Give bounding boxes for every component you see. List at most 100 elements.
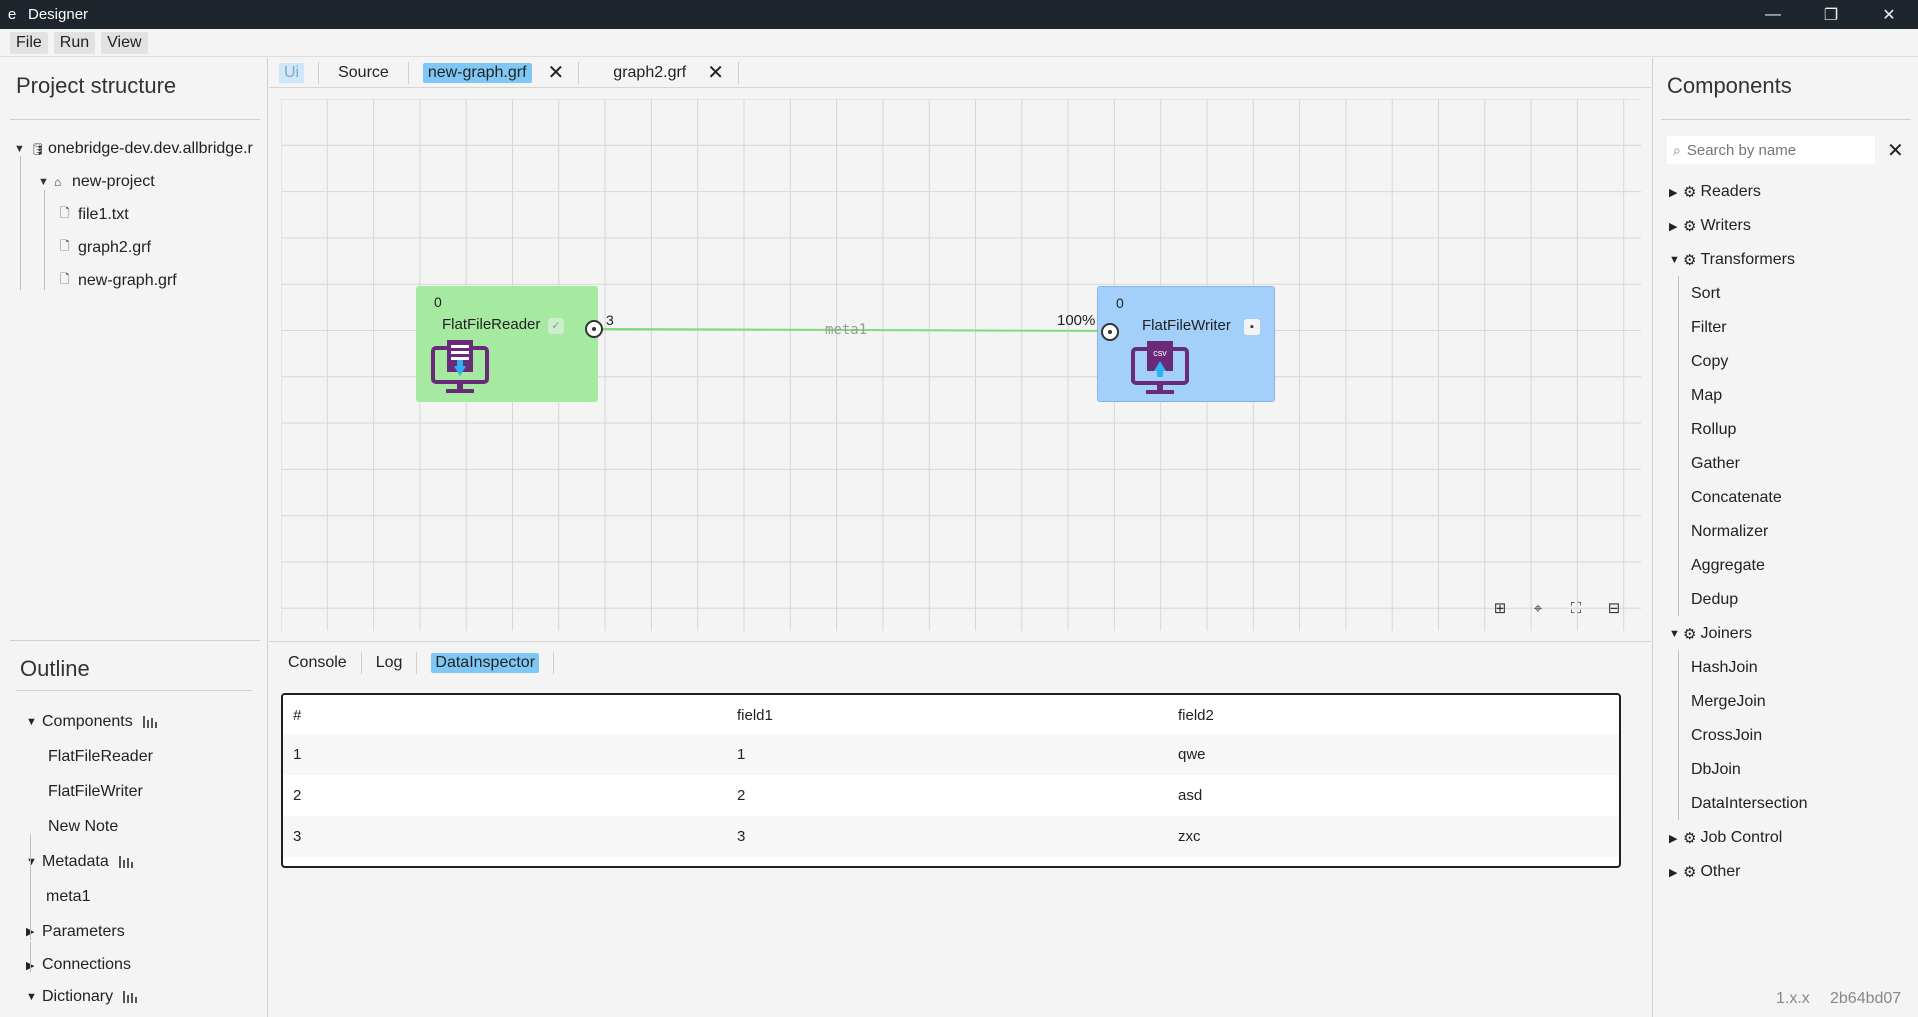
close-window-button[interactable]: ✕ xyxy=(1860,0,1918,29)
chevron-down-icon[interactable]: ▼ xyxy=(14,143,26,155)
tab-new-graph[interactable]: new-graph.grf ✕ xyxy=(409,60,580,85)
chevron-right-icon[interactable]: ▶ xyxy=(1669,186,1681,199)
chart-icon[interactable] xyxy=(123,991,138,1003)
tab-source[interactable]: Source xyxy=(319,61,409,84)
outline-components-label: Components xyxy=(42,712,133,730)
component-hashjoin[interactable]: HashJoin xyxy=(1669,651,1808,685)
chevron-right-icon[interactable]: ▶ xyxy=(26,959,42,972)
category-transformers[interactable]: ▼ ⚙ Transformers xyxy=(1669,243,1808,277)
output-port[interactable] xyxy=(585,320,603,338)
outline-metadata[interactable]: ▼ Metadata xyxy=(26,844,157,879)
category-readers[interactable]: ▶ ⚙ Readers xyxy=(1669,175,1808,209)
component-dedup[interactable]: Dedup xyxy=(1669,583,1808,617)
outline-components[interactable]: ▼ Components xyxy=(26,704,157,739)
tree-guide-line xyxy=(20,156,21,290)
component-map[interactable]: Map xyxy=(1669,379,1808,413)
category-job-control[interactable]: ▶ ⚙ Job Control xyxy=(1669,821,1808,855)
outline-item[interactable]: FlatFileWriter xyxy=(26,774,157,809)
flatfilewriter-node[interactable]: 0 FlatFileWriter ▪ csv xyxy=(1097,286,1275,402)
menu-view[interactable]: View xyxy=(101,31,148,54)
component-rollup[interactable]: Rollup xyxy=(1669,413,1808,447)
gear-icon: ⚙ xyxy=(1683,218,1697,235)
component-crossjoin[interactable]: CrossJoin xyxy=(1669,719,1808,753)
search-input[interactable] xyxy=(1686,141,1857,159)
graph-canvas[interactable]: meta1 0 FlatFileReader ✓ 3 0 FlatFileWri… xyxy=(281,99,1641,631)
table-row[interactable]: 1 1 qwe xyxy=(283,734,1619,775)
tree-project-label: new-project xyxy=(72,172,155,190)
component-copy[interactable]: Copy xyxy=(1669,345,1808,379)
tree-root[interactable]: ▼ 🛢 onebridge-dev.dev.allbridge.r xyxy=(14,132,253,165)
tab-datainspector[interactable]: DataInspector xyxy=(417,652,555,674)
column-header[interactable]: field2 xyxy=(1178,707,1214,724)
chevron-right-icon[interactable]: ▶ xyxy=(26,925,42,938)
flatfilereader-node[interactable]: 0 FlatFileReader ✓ xyxy=(416,286,598,402)
tree-file[interactable]: 🗋 new-graph.grf xyxy=(14,264,253,297)
tag-icon: ⌂ xyxy=(54,174,62,189)
tree-file-label: file1.txt xyxy=(78,205,129,223)
tree-project[interactable]: ▼ ⌂ new-project xyxy=(14,165,253,198)
tree-file[interactable]: 🗋 file1.txt xyxy=(14,198,253,231)
outline-parameters[interactable]: ▶ Parameters xyxy=(26,914,157,949)
chevron-down-icon[interactable]: ▼ xyxy=(1669,628,1681,640)
menu-file[interactable]: File xyxy=(10,31,48,54)
category-joiners[interactable]: ▼ ⚙ Joiners xyxy=(1669,617,1808,651)
tab-console[interactable]: Console xyxy=(269,652,362,674)
chevron-right-icon[interactable]: ▶ xyxy=(1669,220,1681,233)
check-icon: ✓ xyxy=(548,318,564,334)
outline-item[interactable]: meta1 xyxy=(26,879,157,914)
minimize-button[interactable]: — xyxy=(1744,0,1802,29)
outline-dictionary[interactable]: ▼ Dictionary xyxy=(26,981,157,1013)
component-filter[interactable]: Filter xyxy=(1669,311,1808,345)
console-tabs: Console Log DataInspector xyxy=(269,651,555,675)
component-sort[interactable]: Sort xyxy=(1669,277,1808,311)
search-icon: ⌕ xyxy=(1673,141,1681,158)
data-inspector-table: # field1 field2 1 1 qwe 2 2 asd 3 3 zxc xyxy=(281,693,1621,868)
center-icon[interactable]: ⌖ xyxy=(1529,599,1547,617)
category-writers[interactable]: ▶ ⚙ Writers xyxy=(1669,209,1808,243)
outline-connections[interactable]: ▶ Connections xyxy=(26,949,157,981)
chevron-down-icon[interactable]: ▼ xyxy=(1669,254,1681,266)
tab-ui[interactable]: Ui xyxy=(269,61,320,84)
restore-button[interactable]: ❐ xyxy=(1802,0,1860,29)
outline-item[interactable]: New Note xyxy=(26,809,157,844)
table-cell: qwe xyxy=(1178,746,1206,763)
zoom-out-icon[interactable]: ⊟ xyxy=(1605,599,1623,617)
chevron-down-icon[interactable]: ▼ xyxy=(26,856,42,868)
clear-search-icon[interactable]: ✕ xyxy=(1887,138,1904,163)
tree-file[interactable]: 🗋 graph2.grf xyxy=(14,231,253,264)
chevron-down-icon[interactable]: ▼ xyxy=(38,176,50,188)
component-tree: ▶ ⚙ Readers ▶ ⚙ Writers ▼ ⚙ Transformers… xyxy=(1669,175,1808,889)
close-tab-icon[interactable]: ✕ xyxy=(548,60,565,85)
outline-dictionary-label: Dictionary xyxy=(42,988,114,1005)
component-gather[interactable]: Gather xyxy=(1669,447,1808,481)
outline-tree: ▼ Components FlatFileReader FlatFileWrit… xyxy=(26,704,157,1013)
table-row[interactable]: 2 2 asd xyxy=(283,775,1619,816)
category-other[interactable]: ▶ ⚙ Other xyxy=(1669,855,1808,889)
component-mergejoin[interactable]: MergeJoin xyxy=(1669,685,1808,719)
component-concatenate[interactable]: Concatenate xyxy=(1669,481,1808,515)
component-dbjoin[interactable]: DbJoin xyxy=(1669,753,1808,787)
component-aggregate[interactable]: Aggregate xyxy=(1669,549,1808,583)
tab-graph2[interactable]: graph2.grf ✕ xyxy=(579,60,739,85)
tree-guide-line xyxy=(1678,650,1679,820)
chevron-down-icon[interactable]: ▼ xyxy=(26,991,42,1003)
zoom-in-icon[interactable]: ⊞ xyxy=(1491,599,1509,617)
table-row[interactable]: 3 3 zxc xyxy=(283,816,1619,857)
outline-item[interactable]: FlatFileReader xyxy=(26,739,157,774)
chevron-down-icon[interactable]: ▼ xyxy=(26,716,42,728)
component-normalizer[interactable]: Normalizer xyxy=(1669,515,1808,549)
chart-icon[interactable] xyxy=(118,855,133,868)
input-port[interactable] xyxy=(1101,323,1119,341)
fit-screen-icon[interactable]: ⛶ xyxy=(1567,599,1585,617)
chart-icon[interactable] xyxy=(142,715,157,728)
chevron-right-icon[interactable]: ▶ xyxy=(1669,866,1681,879)
component-dataintersection[interactable]: DataIntersection xyxy=(1669,787,1808,821)
chevron-right-icon[interactable]: ▶ xyxy=(1669,832,1681,845)
close-tab-icon[interactable]: ✕ xyxy=(707,60,724,85)
tree-guide-line xyxy=(30,942,31,972)
tab-log[interactable]: Log xyxy=(362,652,418,674)
column-header[interactable]: field1 xyxy=(737,707,773,724)
column-header[interactable]: # xyxy=(293,707,301,724)
table-cell: asd xyxy=(1178,787,1203,804)
menu-run[interactable]: Run xyxy=(53,31,96,54)
